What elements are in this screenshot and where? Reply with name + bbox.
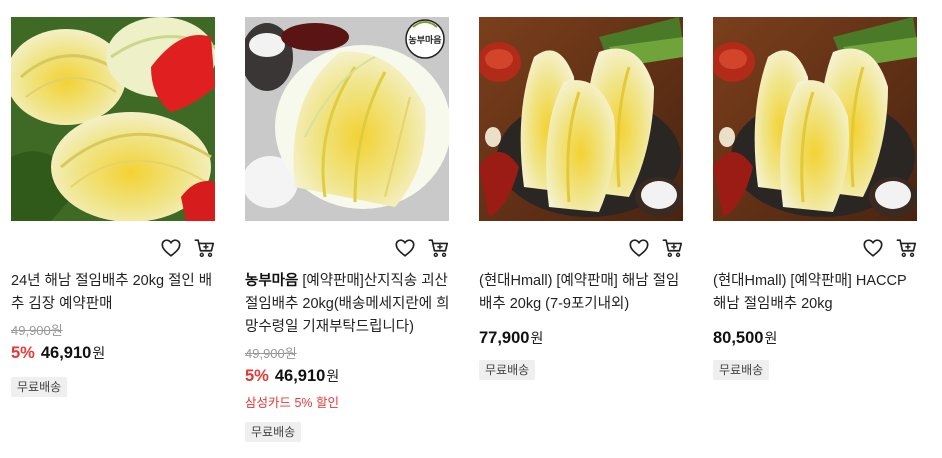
cart-icon[interactable] [428,237,450,259]
original-price: 49,900원 [245,346,297,361]
product-card: (현대Hmall) [예약판매] HACCP 해남 절임배추 20kg 80,5… [713,17,918,380]
product-image[interactable] [713,17,917,221]
free-shipping-badge: 무료배송 [11,377,68,397]
free-shipping-badge: 무료배송 [713,360,770,380]
sale-price: 80,500 [713,329,764,347]
discount-rate: 5% [245,367,269,385]
product-card: 24년 해남 절임배추 20kg 절인 배추 김장 예약판매 49,900원 5… [11,17,216,397]
price-row: 80,500원 [713,329,778,347]
product-title[interactable]: 24년 해남 절임배추 20kg 절인 배추 김장 예약판매 [11,270,216,316]
sale-price: 46,910 [274,367,326,385]
product-card: 농부마음 농부마음 [예약판매]산지직송 괴산 절임배추 20kg(배송메세지란… [245,17,450,442]
heart-icon[interactable] [160,237,182,259]
product-title[interactable]: (현대Hmall) [예약판매] 해남 절임배추 20kg (7-9포기내외) [479,270,684,316]
product-title[interactable]: (현대Hmall) [예약판매] HACCP 해남 절임배추 20kg [713,270,918,316]
free-shipping-badge: 무료배송 [479,360,536,380]
product-grid: 24년 해남 절임배추 20kg 절인 배추 김장 예약판매 49,900원 5… [0,0,942,458]
heart-icon[interactable] [862,237,884,259]
product-image[interactable] [479,17,683,221]
cart-icon[interactable] [662,237,684,259]
product-image[interactable]: 농부마음 [245,17,449,221]
heart-icon[interactable] [394,237,416,259]
heart-icon[interactable] [628,237,650,259]
brand-name: 농부마음 [245,273,299,289]
product-title[interactable]: 농부마음 [예약판매]산지직송 괴산 절임배추 20kg(배송메세지란에 희망수… [245,270,450,339]
card-discount-promo: 삼성카드 5% 할인 [245,396,340,410]
sale-price: 77,900 [479,329,530,347]
price-row: 77,900원 [479,329,544,347]
sale-price: 46,910 [40,344,92,362]
price-row: 5% 46,910원 [11,344,106,362]
cart-icon[interactable] [194,237,216,259]
product-card: (현대Hmall) [예약판매] 해남 절임배추 20kg (7-9포기내외) … [479,17,684,380]
original-price: 49,900원 [11,323,63,338]
brand-logo: 농부마음 [408,34,441,45]
cart-icon[interactable] [896,237,918,259]
discount-rate: 5% [11,344,35,362]
free-shipping-badge: 무료배송 [245,422,302,442]
product-image[interactable] [11,17,215,221]
price-row: 5% 46,910원 [245,367,340,385]
